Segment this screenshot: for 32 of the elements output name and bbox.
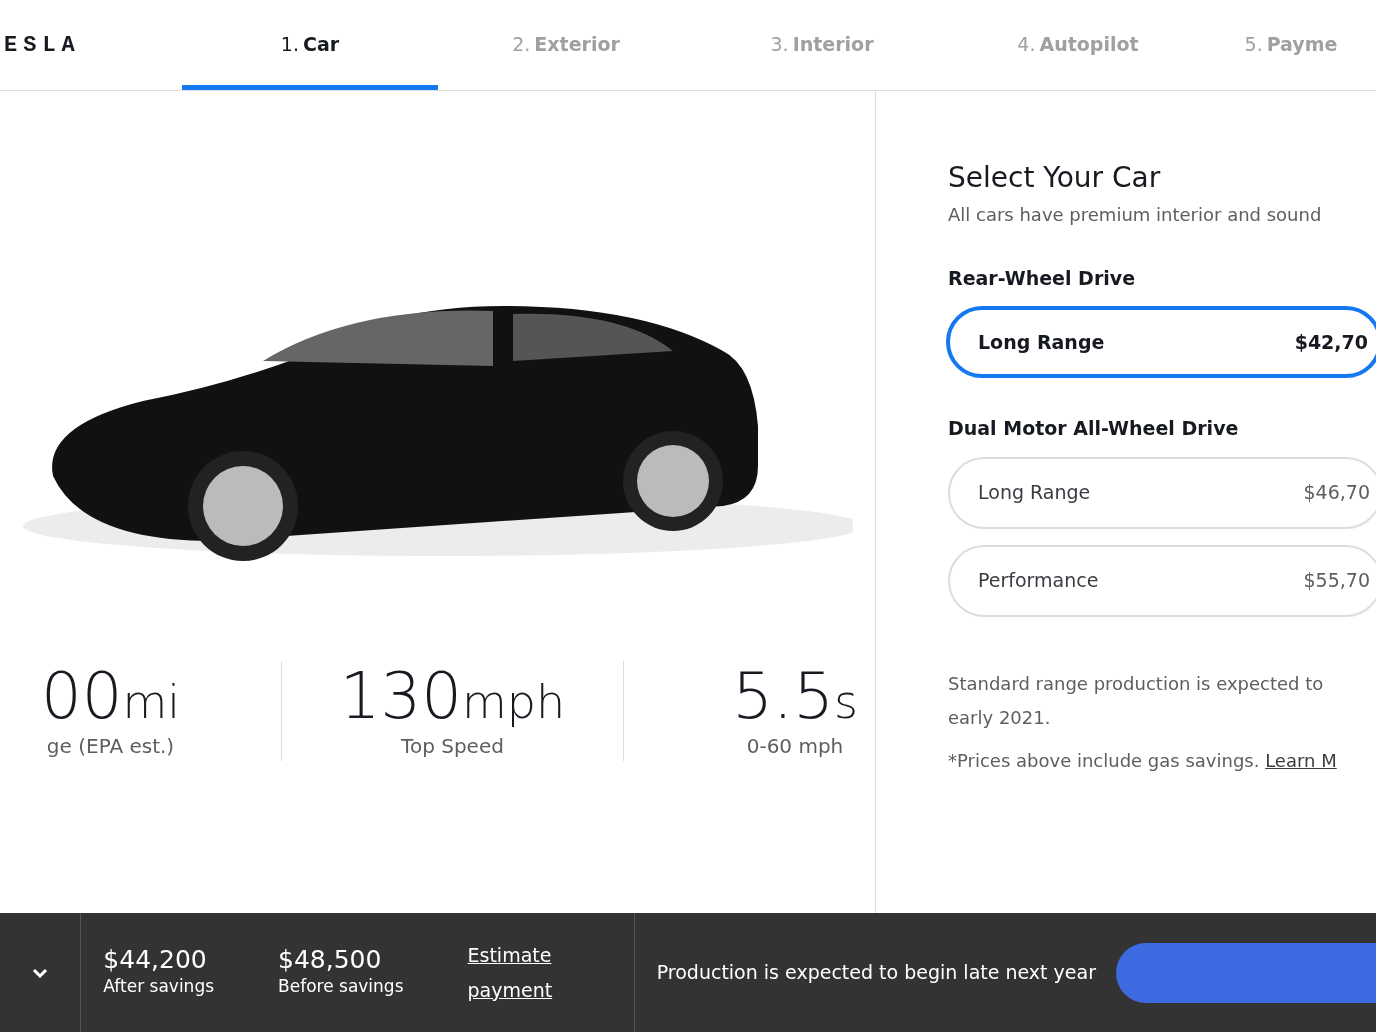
production-note: Standard range production is expected to early 2021.: [948, 671, 1325, 730]
stat-label: ge (EPA est.): [45, 733, 176, 761]
stat-value: 5.5 s: [731, 661, 859, 732]
trim-name: Performance: [978, 568, 1099, 594]
trim-price: $55,70: [1303, 568, 1370, 594]
estimate-payment-link[interactable]: Estimate payment: [467, 938, 634, 1007]
trim-option[interactable]: Long Range $42,70: [946, 306, 1376, 379]
chevron-icon: [32, 967, 49, 978]
trim-option[interactable]: Long Range $46,70: [948, 456, 1376, 529]
trim-name: Long Range: [978, 329, 1105, 355]
stat-label: 0-60 mph: [745, 733, 845, 761]
group-heading: Dual Motor All-Wheel Drive: [948, 416, 1240, 442]
learn-more-link[interactable]: Learn M: [1265, 749, 1337, 771]
panel-subtitle: All cars have premium interior and sound: [948, 202, 1323, 227]
price-amount: $44,200: [103, 946, 208, 974]
price-label: Before savings: [278, 974, 404, 998]
logo[interactable]: ESLA: [4, 28, 81, 62]
price-label: After savings: [103, 974, 215, 998]
price-amount: $48,500: [278, 946, 383, 974]
stat-value: 130 mph: [338, 661, 567, 732]
panel-title: Select Your Car: [948, 161, 1162, 195]
trim-name: Long Range: [978, 480, 1091, 506]
step-tab[interactable]: 1. Car: [182, 0, 438, 90]
trim-price: $46,70: [1303, 480, 1370, 506]
savings-note: *Prices above include gas savings.: [948, 749, 1260, 771]
stat-label: Top Speed: [400, 733, 505, 761]
group-heading: Rear-Wheel Drive: [948, 265, 1137, 291]
trim-option[interactable]: Performance $55,70: [948, 544, 1376, 617]
stat-value: 00 mi: [40, 661, 181, 732]
trim-price: $42,70: [1294, 329, 1368, 355]
order-button[interactable]: [1116, 942, 1376, 1003]
production-message: Production is expected to begin late next year: [633, 913, 1096, 1032]
